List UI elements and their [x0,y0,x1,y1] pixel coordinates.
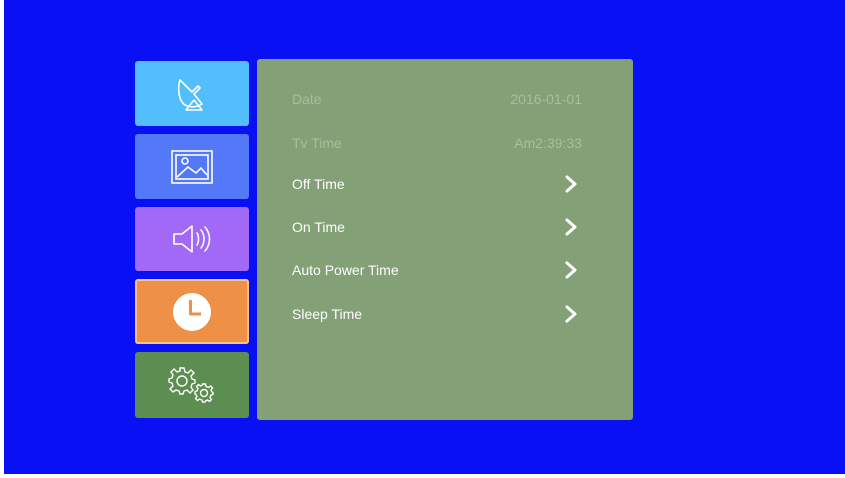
tab-time[interactable] [135,279,249,344]
date-label: Date [292,91,322,107]
on-time-row[interactable]: On Time [292,215,582,239]
clock-icon [169,289,215,335]
tv-time-label: Tv Time [292,135,342,151]
chevron-right-icon [565,261,577,279]
tv-time-row: Tv Time Am2:39:33 [292,131,582,155]
tab-settings[interactable] [135,352,249,418]
auto-power-time-label: Auto Power Time [292,262,399,278]
sleep-time-label: Sleep Time [292,306,363,322]
date-row: Date 2016-01-01 [292,87,582,111]
sleep-time-row[interactable]: Sleep Time [292,302,582,326]
off-time-row[interactable]: Off Time [292,172,582,196]
tab-satellite[interactable] [135,61,249,126]
gears-icon [160,363,224,407]
chevron-right-icon [565,175,577,193]
picture-icon [168,147,216,187]
speaker-icon [168,221,216,257]
satellite-dish-icon [172,74,212,114]
tv-time-value: Am2:39:33 [514,135,582,151]
on-time-label: On Time [292,219,345,235]
tab-sound[interactable] [135,207,249,271]
chevron-right-icon [565,218,577,236]
off-time-label: Off Time [292,176,345,192]
chevron-right-icon [565,305,577,323]
time-settings-panel: Date 2016-01-01 Tv Time Am2:39:33 Off Ti… [257,59,633,420]
auto-power-time-row[interactable]: Auto Power Time [292,258,582,282]
tv-screen: Date 2016-01-01 Tv Time Am2:39:33 Off Ti… [4,0,845,474]
tab-picture[interactable] [135,134,249,199]
date-value: 2016-01-01 [510,91,582,107]
